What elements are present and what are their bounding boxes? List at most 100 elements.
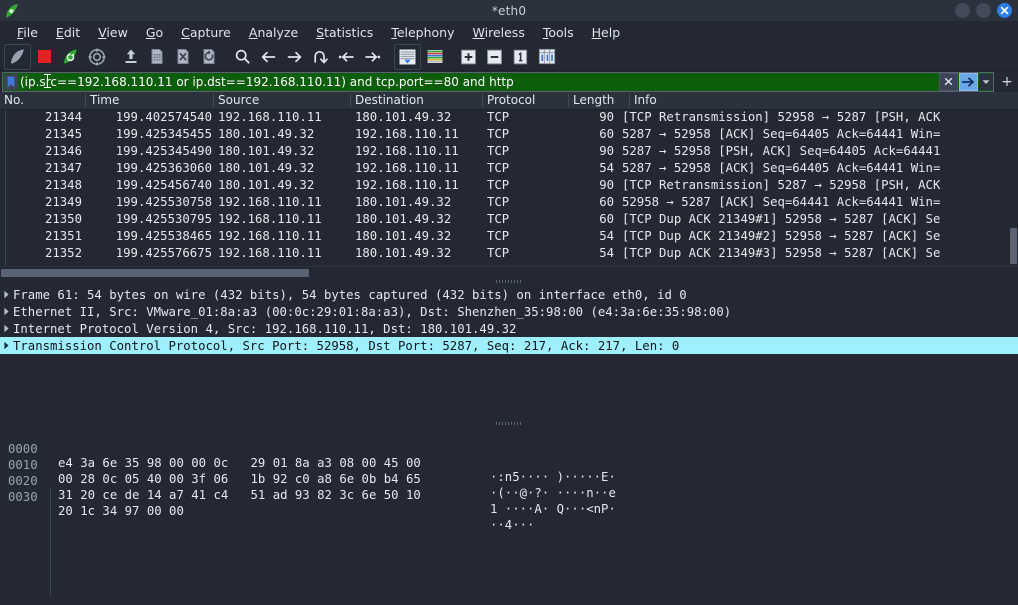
packet-details-pane[interactable]: Frame 61: 54 bytes on wire (432 bits), 5… xyxy=(0,284,1018,421)
menu-tools-label: ools xyxy=(548,25,574,40)
detail-row-ethernet[interactable]: Ethernet II, Src: VMware_01:8a:a3 (00:0c… xyxy=(0,303,1018,320)
table-row[interactable]: 21351 199.425538465 192.168.110.11 180.1… xyxy=(0,229,1018,246)
column-divider[interactable] xyxy=(568,94,569,107)
go-to-first-packet-button[interactable] xyxy=(334,45,359,69)
add-filter-button[interactable]: + xyxy=(998,73,1016,91)
packet-list-horizontal-scrollbar[interactable] xyxy=(0,266,1018,279)
menu-statistics-label: tatistics xyxy=(324,25,374,40)
colorize-button[interactable] xyxy=(422,45,447,69)
hex-row[interactable]: 0030 20 1c 34 97 00 00 ··4··· xyxy=(0,476,1018,532)
scrollbar-thumb[interactable] xyxy=(1,269,309,277)
column-header-length[interactable]: Length xyxy=(573,93,614,107)
column-divider[interactable] xyxy=(213,94,214,107)
zoom-reset-button[interactable] xyxy=(508,45,533,69)
packet-list[interactable]: 21344 199.402574540 192.168.110.11 180.1… xyxy=(0,110,1018,266)
open-file-button[interactable] xyxy=(118,45,143,69)
detail-row-frame[interactable]: Frame 61: 54 bytes on wire (432 bits), 5… xyxy=(0,286,1018,303)
restart-capture-button[interactable] xyxy=(58,45,83,69)
go-back-button[interactable] xyxy=(256,45,281,69)
save-file-button[interactable] xyxy=(144,45,169,69)
close-button[interactable] xyxy=(997,3,1012,18)
cell-time: 199.425530795 xyxy=(115,212,212,226)
find-packet-button[interactable] xyxy=(230,45,255,69)
go-forward-button[interactable] xyxy=(282,45,307,69)
cell-protocol: TCP xyxy=(487,161,510,175)
reload-file-button[interactable] xyxy=(196,45,221,69)
cell-length: 54 xyxy=(599,161,614,175)
cell-length: 54 xyxy=(599,229,614,243)
menu-help[interactable]: Help xyxy=(583,23,630,42)
column-divider[interactable] xyxy=(85,94,86,107)
capture-options-button[interactable] xyxy=(84,45,109,69)
detail-row-ipv4[interactable]: Internet Protocol Version 4, Src: 192.16… xyxy=(0,320,1018,337)
table-row[interactable]: 21349 199.425530758 192.168.110.11 180.1… xyxy=(0,195,1018,212)
table-row[interactable]: 21352 199.425576675 192.168.110.11 180.1… xyxy=(0,246,1018,263)
column-divider[interactable] xyxy=(629,94,630,107)
close-file-button[interactable] xyxy=(170,45,195,69)
menu-tools[interactable]: Tools xyxy=(534,23,583,42)
column-header-time[interactable]: Time xyxy=(90,93,119,107)
scrollbar-thumb[interactable] xyxy=(1010,228,1017,264)
menu-telephony[interactable]: Telephony xyxy=(382,23,463,42)
cell-protocol: TCP xyxy=(487,144,510,158)
go-to-packet-button[interactable] xyxy=(308,45,333,69)
cell-no: 21345 xyxy=(44,127,82,141)
hex-offset: 0030 xyxy=(8,490,38,504)
chevron-right-icon[interactable] xyxy=(0,307,13,316)
menu-view[interactable]: View xyxy=(89,23,137,42)
hex-row[interactable]: 0010 00 28 0c 05 40 00 3f 06 1b 92 c0 a8… xyxy=(0,444,1018,500)
hex-row[interactable]: 0020 31 20 ce de 14 a7 41 c4 51 ad 93 82… xyxy=(0,460,1018,516)
maximize-button[interactable] xyxy=(976,3,991,18)
display-filter-input[interactable]: (ip.src==192.168.110.11 or ip.dst==192.1… xyxy=(2,71,994,92)
column-header-info[interactable]: Info xyxy=(634,93,657,107)
minimize-button[interactable] xyxy=(955,3,970,18)
cell-no: 21347 xyxy=(44,161,82,175)
column-header-destination[interactable]: Destination xyxy=(355,93,424,107)
menu-go-label: o xyxy=(155,25,164,40)
menu-edit[interactable]: Edit xyxy=(47,23,89,42)
column-header-protocol[interactable]: Protocol xyxy=(487,93,535,107)
zoom-out-button[interactable] xyxy=(482,45,507,69)
packet-bytes-pane[interactable]: 0000 e4 3a 6e 35 98 00 00 0c 29 01 8a a3… xyxy=(0,426,1018,597)
packet-list-header: No. Time Source Destination Protocol Len… xyxy=(0,92,1018,110)
chevron-right-icon[interactable] xyxy=(0,290,13,299)
column-divider[interactable] xyxy=(482,94,483,107)
cell-length: 60 xyxy=(599,195,614,209)
auto-scroll-button[interactable] xyxy=(394,43,421,70)
menu-statistics[interactable]: Statistics xyxy=(307,23,382,42)
column-header-source[interactable]: Source xyxy=(218,93,259,107)
cell-info: [TCP Retransmission] 5287 → 52958 [PSH, … xyxy=(622,178,941,192)
cell-protocol: TCP xyxy=(487,229,510,243)
menu-file[interactable]: File xyxy=(8,23,47,42)
menu-go[interactable]: Go xyxy=(137,23,172,42)
zoom-in-button[interactable] xyxy=(456,45,481,69)
cell-destination: 180.101.49.32 xyxy=(355,212,452,226)
menu-analyze[interactable]: Analyze xyxy=(240,23,307,42)
stop-capture-button[interactable] xyxy=(32,45,57,69)
packet-list-vertical-scrollbar[interactable] xyxy=(1008,110,1018,266)
apply-filter-button[interactable] xyxy=(959,72,978,91)
table-row[interactable]: 21348 199.425456740 180.101.49.32 192.16… xyxy=(0,178,1018,195)
resize-columns-button[interactable] xyxy=(534,45,559,69)
bookmark-icon[interactable] xyxy=(4,73,18,90)
detail-row-tcp[interactable]: Transmission Control Protocol, Src Port:… xyxy=(0,337,1018,354)
go-to-last-packet-button[interactable] xyxy=(360,45,385,69)
table-row[interactable]: 21347 199.425363060 180.101.49.32 192.16… xyxy=(0,161,1018,178)
table-row[interactable]: 21346 199.425345490 180.101.49.32 192.16… xyxy=(0,144,1018,161)
menu-wireless[interactable]: Wireless xyxy=(464,23,534,42)
column-header-no[interactable]: No. xyxy=(4,93,24,107)
chevron-right-icon[interactable] xyxy=(0,341,13,350)
start-capture-button[interactable] xyxy=(4,43,31,70)
menu-capture[interactable]: Capture xyxy=(172,23,240,42)
table-row[interactable]: 21344 199.402574540 192.168.110.11 180.1… xyxy=(0,110,1018,127)
table-row[interactable]: 21345 199.425345455 180.101.49.32 192.16… xyxy=(0,127,1018,144)
chevron-right-icon[interactable] xyxy=(0,324,13,333)
filter-history-dropdown[interactable] xyxy=(979,73,993,90)
hex-row[interactable]: 0000 e4 3a 6e 35 98 00 00 0c 29 01 8a a3… xyxy=(0,428,1018,484)
clear-filter-button[interactable] xyxy=(939,72,958,91)
cell-info: [TCP Dup ACK 21349#2] 52958 → 5287 [ACK]… xyxy=(622,229,941,243)
menu-help-label: elp xyxy=(601,25,621,40)
cell-time: 199.425345455 xyxy=(115,127,212,141)
table-row[interactable]: 21350 199.425530795 192.168.110.11 180.1… xyxy=(0,212,1018,229)
column-divider[interactable] xyxy=(350,94,351,107)
